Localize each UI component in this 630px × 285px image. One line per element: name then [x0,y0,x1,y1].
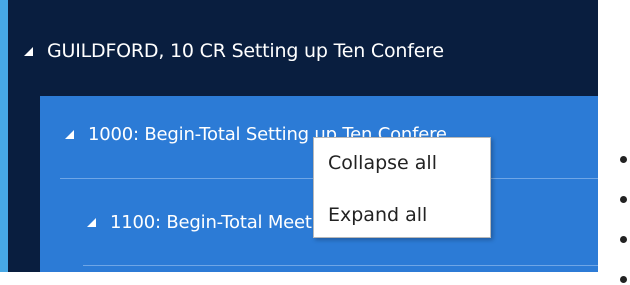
bullet-dot-icon [620,276,627,283]
bullet-dot-icon [620,156,627,163]
menu-item-expand-all[interactable]: Expand all [328,200,427,230]
menu-item-collapse-all[interactable]: Collapse all [328,148,437,178]
caret-down-right-icon[interactable] [24,47,33,56]
accent-strip [0,0,8,272]
context-menu: Collapse all Expand all [313,137,491,238]
tree-node-label: GUILDFORD, 10 CR Setting up Ten Confere [47,40,444,62]
tree-node-guildford[interactable]: GUILDFORD, 10 CR Setting up Ten Confere [24,36,598,66]
row-divider [83,265,598,266]
screenshot-stage: GUILDFORD, 10 CR Setting up Ten Confere … [0,0,630,285]
bullet-dot-icon [620,236,627,243]
caret-down-right-icon[interactable] [87,218,96,227]
caret-down-right-icon[interactable] [65,130,74,139]
tree-panel: GUILDFORD, 10 CR Setting up Ten Confere … [8,0,598,272]
bullet-dot-icon [620,196,627,203]
